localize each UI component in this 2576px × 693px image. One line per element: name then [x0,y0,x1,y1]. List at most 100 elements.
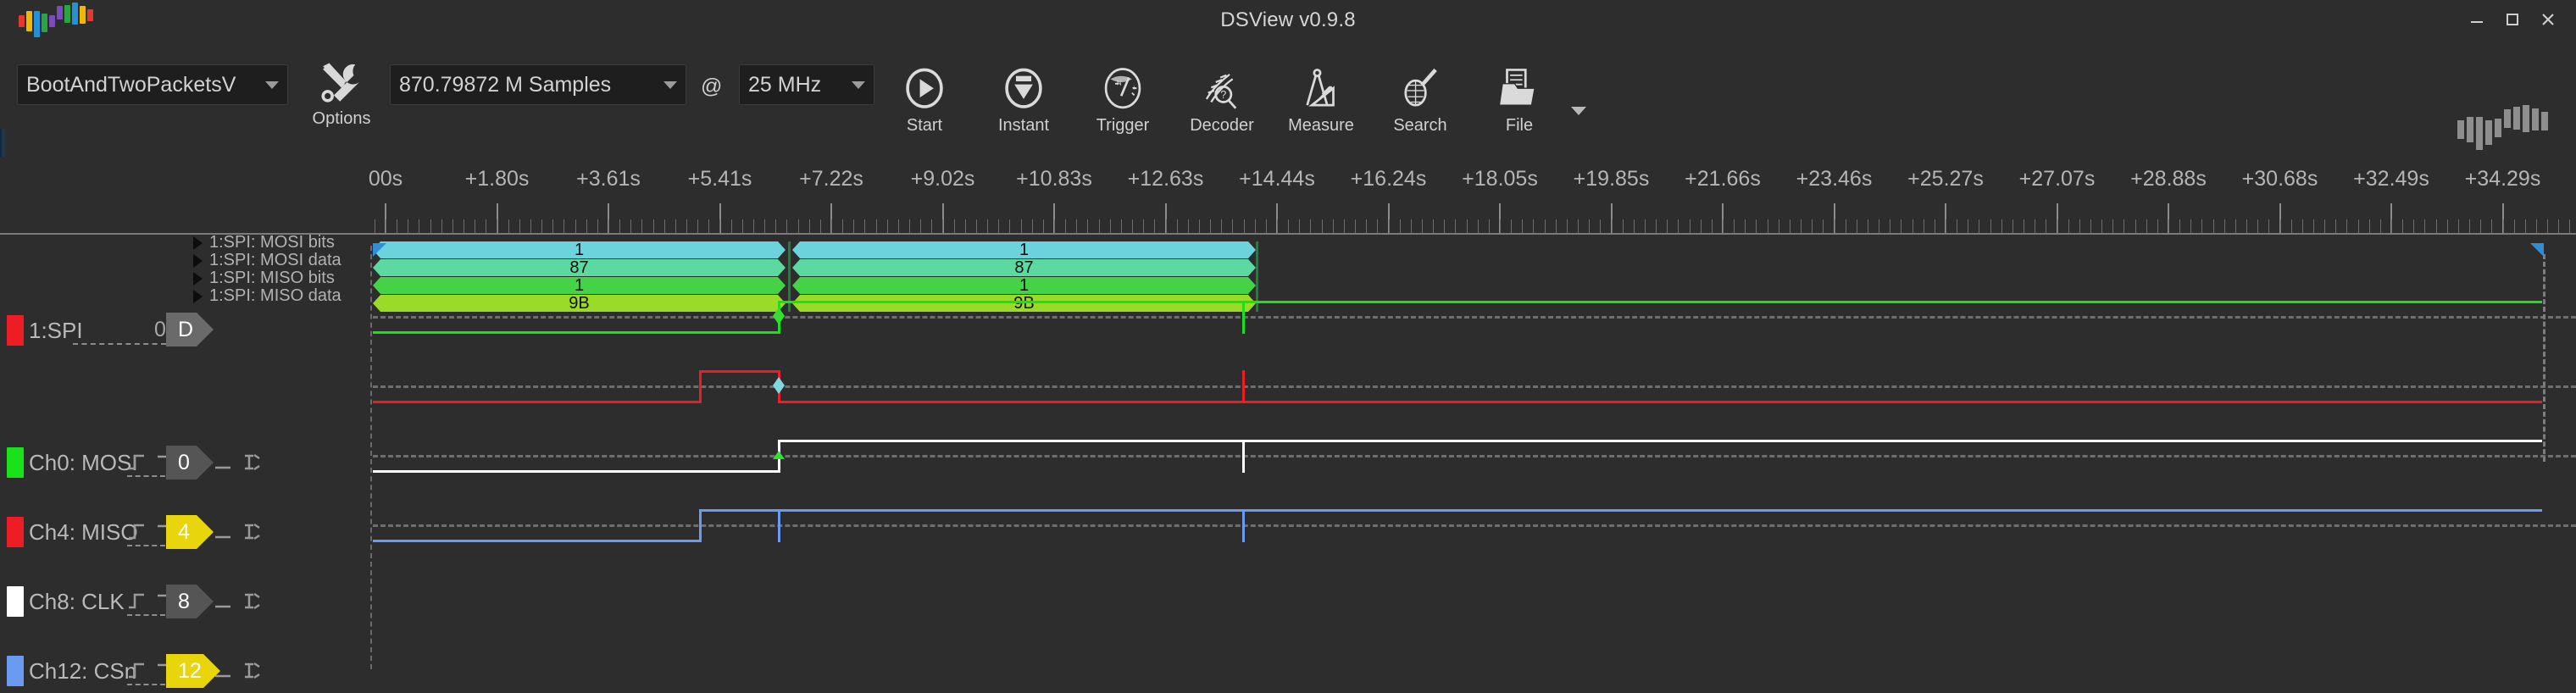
measure-button[interactable]: Measure [1282,64,1360,144]
ruler-minor-tick [775,219,776,234]
ruler-minor-tick [1065,219,1066,234]
ruler-minor-tick [1467,219,1468,234]
ruler-minor-tick [1143,219,1144,234]
ruler-minor-tick [1366,219,1367,234]
start-button[interactable]: Start [886,64,963,144]
expand-arrow-icon[interactable] [193,236,203,250]
decoder-button[interactable]: ? Decoder [1183,64,1261,144]
file-button[interactable]: File [1480,64,1558,144]
decoder-row-miso-bits[interactable]: 1:SPI: MISO bits [193,269,335,288]
close-button[interactable] [2530,3,2566,36]
sample-count-value: 870.79872 M Samples [399,72,612,97]
ruler-minor-tick [1701,219,1702,234]
rising-edge-icon [129,593,144,609]
file-dropdown-arrow-icon[interactable] [1571,107,1586,115]
decoder-row-miso-data[interactable]: 1:SPI: MISO data [193,286,341,306]
chevron-down-icon [852,80,865,89]
channel-index-badge[interactable]: 8 [166,585,214,618]
channel-row-ch12[interactable]: Ch12: CSn [7,656,136,686]
trigger-icon: N + [1098,64,1147,115]
ruler-minor-tick [1043,219,1044,234]
ruler-minor-tick [1333,219,1334,234]
ruler-minor-tick [1032,219,1033,234]
ruler-tick-label: +10.83s [1016,167,1092,191]
expand-arrow-icon[interactable] [193,253,203,268]
ruler-minor-tick [530,219,531,234]
sample-rate-select[interactable]: 25 MHz [739,64,874,105]
decoder-group-badge[interactable]: D [166,313,214,346]
decoder-row-mosi-bits[interactable]: 1:SPI: MOSI bits [193,233,335,252]
channel-index-badge[interactable]: 4 [166,515,214,549]
decoder-group-row[interactable]: 1:SPI [7,315,83,346]
search-icon [1396,64,1445,115]
options-icon [317,58,366,108]
instant-button[interactable]: Instant [985,64,1063,144]
waveform-edge [778,509,780,542]
low-level-icon [215,466,230,469]
ruler-minor-tick [1255,219,1256,234]
ruler-minor-tick [2447,219,2448,234]
channel-index-badge[interactable]: 12 [166,654,220,688]
ruler-minor-tick [2413,219,2414,234]
ruler-minor-tick [2358,219,2359,234]
expand-arrow-icon[interactable] [193,271,203,286]
badge-tip-icon [197,515,214,549]
ruler-minor-tick [708,219,709,234]
timeline-ruler[interactable]: 00s +1.80s +3.61s +5.41s +7.22s +9.02s +10.83s… [0,157,2576,241]
ruler-minor-tick [1511,219,1512,234]
ruler-minor-tick [1288,219,1289,234]
channel-color-chip [7,656,24,686]
session-select[interactable]: BootAndTwoPacketsV [17,64,288,105]
options-button[interactable]: Options [301,58,382,137]
channel-header-pane: 1:SPI 0 D 1:SPI: MOSI bits 1:SPI: MOSI d… [0,233,373,693]
search-label: Search [1393,116,1447,135]
waveform-row-ch12[interactable] [373,241,2576,693]
ruler-minor-tick [987,219,988,234]
ruler-minor-tick [2391,219,2392,234]
ruler-minor-tick [2525,219,2526,234]
channel-index-badge[interactable]: 0 [166,446,214,480]
file-icon [1495,64,1544,115]
maximize-button[interactable] [2495,3,2530,36]
channel-row-ch4[interactable]: Ch4: MISO [7,517,138,547]
session-select-value: BootAndTwoPacketsV [26,72,236,97]
search-button[interactable]: Search [1381,64,1459,144]
ruler-minor-tick [1522,219,1523,234]
ruler-minor-tick [508,219,509,234]
badge-tip-icon [197,585,214,618]
channel-row-ch0[interactable]: Ch0: MOSI [7,447,138,478]
low-level-icon [215,535,230,539]
waveform-midline [373,524,2576,527]
ruler-minor-tick [1756,219,1757,234]
ruler-minor-tick [1645,219,1646,234]
trace-canvas[interactable]: 118787119B9B [373,241,2576,693]
decoder-icon: ? [1197,64,1246,115]
signal-meter-icon [2457,105,2551,150]
ruler-minor-tick [630,219,631,234]
expand-arrow-icon[interactable] [193,289,203,303]
ruler-minor-tick [2190,219,2191,234]
ruler-minor-tick [586,219,587,234]
ruler-minor-tick [2436,219,2437,234]
channel-index-text: 12 [178,658,202,683]
ruler-minor-tick [998,219,999,234]
channel-row-ch8[interactable]: Ch8: CLK [7,586,125,617]
minimize-button[interactable] [2459,3,2495,36]
ruler-minor-tick [619,219,620,234]
sample-count-select[interactable]: 870.79872 M Samples [390,64,686,105]
trigger-button[interactable]: N + Trigger [1084,64,1162,144]
channel-label: Ch4: MISO [29,518,138,545]
ruler-minor-tick [664,219,665,234]
ruler-minor-tick [842,219,843,234]
ruler-minor-tick [1600,219,1601,234]
ruler-minor-tick [2257,219,2258,234]
ruler-minor-tick [864,219,865,234]
decoder-row-mosi-data[interactable]: 1:SPI: MOSI data [193,251,341,270]
ruler-minor-tick [1411,219,1412,234]
ruler-minor-tick [575,219,576,234]
ruler-minor-tick [2112,219,2113,234]
decoder-group-dash [73,343,166,345]
ruler-minor-tick [976,219,977,234]
ruler-minor-tick [2101,219,2102,234]
ruler-minor-tick [2503,219,2504,234]
